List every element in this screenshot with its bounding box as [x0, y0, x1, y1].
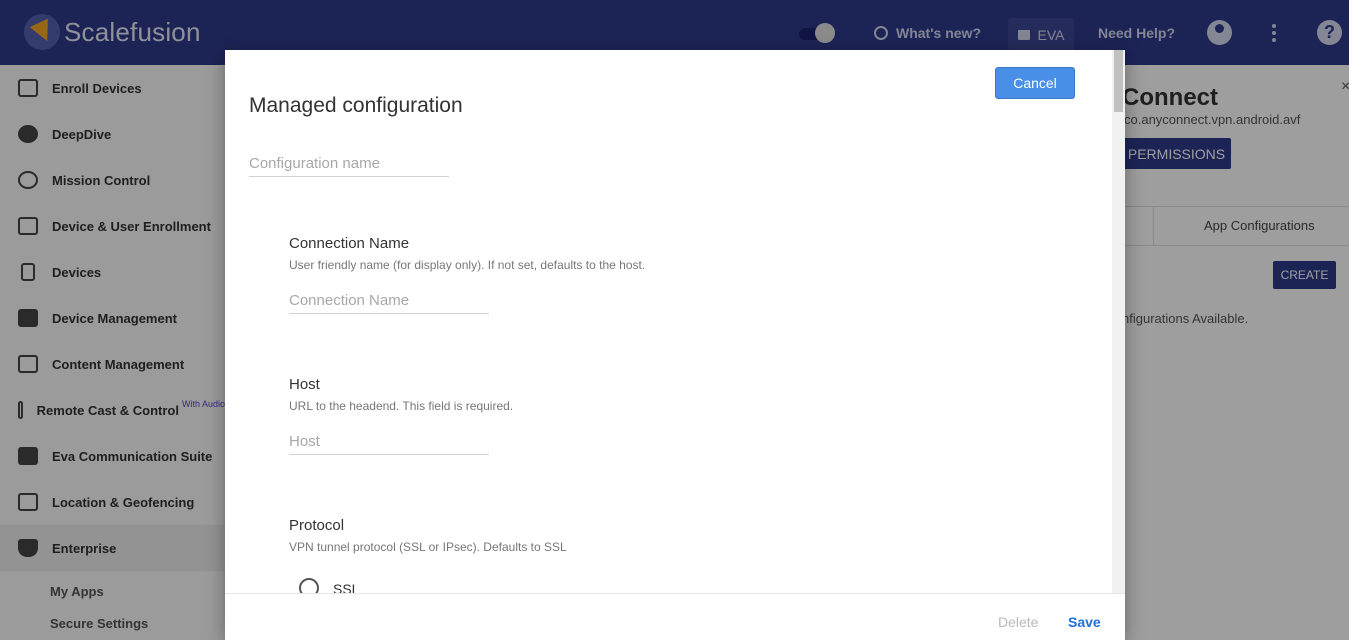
protocol-label: Protocol — [289, 517, 345, 534]
delete-button[interactable]: Delete — [998, 614, 1038, 630]
dialog-title: Managed configuration — [249, 94, 463, 117]
save-button[interactable]: Save — [1068, 614, 1101, 630]
connection-name-help: User friendly name (for display only). I… — [289, 258, 646, 272]
protocol-ssl-label: SSL — [333, 581, 360, 593]
scrollbar-thumb[interactable] — [1114, 50, 1123, 112]
protocol-ssl-radio[interactable] — [299, 578, 319, 593]
protocol-help: VPN tunnel protocol (SSL or IPsec). Defa… — [289, 540, 567, 554]
connection-name-input[interactable] — [289, 288, 489, 314]
connection-name-label: Connection Name — [289, 235, 410, 252]
dialog-footer: Delete Save — [225, 593, 1125, 640]
dialog-content: Cancel Managed configuration Connection … — [225, 50, 1113, 593]
host-input[interactable] — [289, 429, 489, 455]
host-help: URL to the headend. This field is requir… — [289, 399, 514, 413]
dialog-scrollbar[interactable] — [1112, 50, 1125, 593]
configuration-name-input[interactable] — [249, 151, 449, 177]
host-label: Host — [289, 376, 320, 393]
cancel-button[interactable]: Cancel — [995, 67, 1075, 99]
managed-configuration-dialog: Cancel Managed configuration Connection … — [225, 50, 1125, 640]
